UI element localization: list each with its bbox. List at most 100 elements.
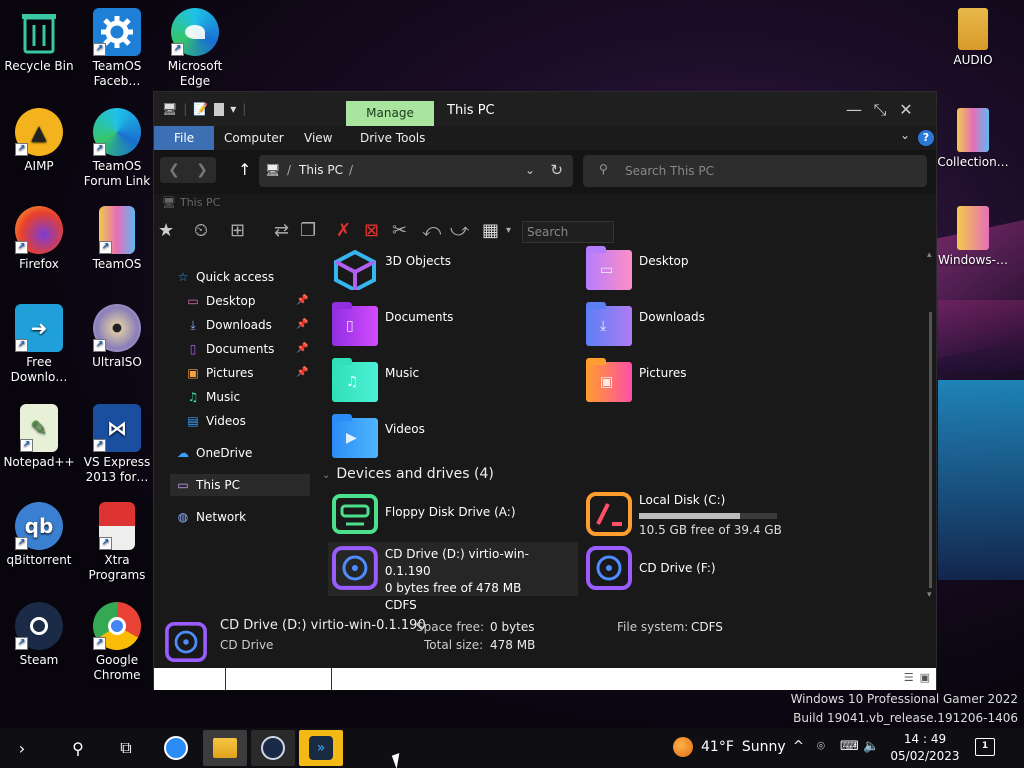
tab-view[interactable]: View [290, 126, 346, 150]
desktop-icon-firefox[interactable]: ↗ Firefox [2, 206, 76, 272]
undo-icon[interactable]: ⤺ [422, 219, 441, 243]
desktop-icon-microsoft-edge[interactable]: ↗ Microsoft Edge [158, 8, 232, 89]
desktop-icon-teamos[interactable]: ↗ TeamOS [80, 206, 154, 272]
tab-computer[interactable]: Computer [210, 126, 298, 150]
customize-toolbar-chevron-icon[interactable]: ▾ [230, 102, 236, 116]
devices-and-drives-header[interactable]: ⌄ Devices and drives (4) [322, 466, 494, 482]
refresh-icon[interactable]: ↻ [550, 161, 563, 179]
kodi-taskbar-icon[interactable]: » [299, 730, 343, 766]
drive-floppy-a[interactable]: Floppy Disk Drive (A:) [332, 494, 516, 534]
network-icon[interactable]: ⌨ [840, 739, 859, 754]
scroll-down-icon[interactable]: ▾ [927, 590, 932, 600]
delete-window-icon[interactable]: ⊠ [364, 219, 379, 243]
favorites-star-icon[interactable]: ★ [158, 219, 174, 243]
desktop-icon-free-download-manager[interactable]: ➜ ↗ Free Downlo… [2, 304, 76, 385]
volume-muted-icon[interactable]: 🔈 [863, 739, 879, 754]
clock-icon[interactable]: ⏲ [194, 219, 208, 243]
desktop-icon-audio-folder[interactable]: AUDIO [936, 8, 1010, 68]
nav-item-desktop[interactable]: ▭ Desktop 📌 [186, 290, 314, 312]
notification-center-icon[interactable]: 1 [975, 738, 995, 756]
desktop-icon-aimp[interactable]: ▲ ↗ AIMP [2, 108, 76, 174]
address-path[interactable]: This PC [299, 163, 343, 177]
start-chevron-icon[interactable]: › [0, 728, 44, 768]
steam-taskbar-icon[interactable] [251, 730, 295, 766]
folder-pictures[interactable]: ▣ Pictures [586, 358, 687, 402]
desktop-icon-windows-folder[interactable]: Windows-… [936, 206, 1010, 268]
nav-item-network[interactable]: ◍ Network [176, 506, 246, 528]
scroll-up-icon[interactable]: ▴ [927, 250, 932, 260]
pin-icon[interactable]: 📌 [296, 338, 308, 360]
cut-icon[interactable]: ✂ [392, 219, 407, 243]
nav-item-music[interactable]: ♫ Music [186, 386, 241, 408]
folder-videos[interactable]: ▶ Videos [332, 414, 425, 458]
desktop-icon-teamos-facebook[interactable]: ↗ TeamOS Faceb… [80, 8, 154, 89]
nav-item-videos[interactable]: ▤ Videos [186, 410, 246, 432]
desktop-icon-steam[interactable]: ↗ Steam [2, 602, 76, 668]
forward-arrow-icon[interactable]: ❯ [196, 162, 208, 178]
windows-logo-icon[interactable]: ⊞ [230, 219, 245, 243]
delete-icon[interactable]: ✗ [336, 219, 351, 243]
up-arrow-icon[interactable]: ↑ [238, 160, 251, 179]
close-icon[interactable]: ✕ [894, 100, 918, 119]
desktop-icon-ultraiso[interactable]: ↗ UltraISO [80, 304, 154, 370]
desktop-icon-recycle-bin[interactable]: Recycle Bin [2, 8, 76, 74]
desktop-icon-vs-express[interactable]: ⋈ ↗ VS Express 2013 for… [80, 404, 154, 485]
tab-manage[interactable]: Manage [346, 101, 434, 126]
desktop-icon-teamos-forum-link[interactable]: ↗ TeamOS Forum Link [80, 108, 154, 189]
desktop-icon-qbittorrent[interactable]: qb ↗ qBittorrent [2, 502, 76, 568]
security-icon[interactable]: ⌾ [817, 739, 825, 754]
maximize-icon[interactable]: ⤡ [868, 100, 892, 120]
tab-drive-tools[interactable]: Drive Tools [346, 126, 439, 150]
system-clock[interactable]: 14 : 49 05/02/2023 [888, 731, 962, 765]
drive-cd-f[interactable]: CD Drive (F:) [586, 546, 716, 590]
back-arrow-icon[interactable]: ❮ [168, 162, 180, 178]
details-view-icon[interactable]: ☰ [904, 671, 914, 684]
pin-icon[interactable]: 📌 [296, 314, 308, 336]
nav-item-documents[interactable]: ▯ Documents 📌 [186, 338, 314, 360]
new-folder-icon[interactable] [214, 103, 225, 116]
large-icons-view-icon[interactable]: ▣ [920, 671, 930, 684]
desktop-icon-xtra-programs[interactable]: ↗ Xtra Programs [80, 502, 154, 583]
show-hidden-icons-chevron-icon[interactable]: ^ [793, 739, 804, 754]
folder-desktop[interactable]: ▭ Desktop [586, 246, 689, 290]
nav-item-this-pc[interactable]: ▭ This PC [170, 474, 310, 496]
expand-ribbon-chevron-icon[interactable]: ⌄ [900, 128, 910, 142]
address-bar[interactable]: 🖥 / This PC / ⌄ ↻ [259, 155, 573, 187]
task-view-icon[interactable]: ⧉ [104, 728, 148, 768]
search-box[interactable]: ⚲ Search This PC [583, 155, 927, 187]
folder-music[interactable]: ♫ Music [332, 358, 419, 402]
iconbar-search-input[interactable]: Search [522, 221, 614, 243]
properties-icon[interactable]: 📝 [193, 102, 208, 116]
move-icon[interactable]: ⇄ [274, 219, 289, 243]
view-options-chevron-icon[interactable]: ▾ [506, 219, 511, 243]
minimize-icon[interactable]: — [842, 100, 866, 119]
drive-cd-d[interactable]: CD Drive (D:) virtio-win-0.1.190 0 bytes… [328, 542, 578, 612]
weather-widget[interactable]: 41°F Sunny [673, 737, 786, 757]
nav-item-onedrive[interactable]: ☁ OneDrive [176, 442, 252, 464]
drive-local-c[interactable]: Local Disk (C:) 10.5 GB free of 39.4 GB [586, 492, 782, 539]
computer-icon[interactable]: 🖥 [162, 102, 177, 116]
desktop-icon-google-chrome[interactable]: ↗ Google Chrome [80, 602, 154, 683]
folder-3d-objects[interactable]: 3D Objects [332, 250, 451, 290]
file-explorer-taskbar-icon[interactable] [203, 730, 247, 766]
desktop-icon-collection-folder[interactable]: Collection… [936, 108, 1010, 170]
nav-item-downloads[interactable]: ⤓ Downloads 📌 [186, 314, 314, 336]
scrollbar-thumb[interactable] [929, 312, 932, 588]
title-bar[interactable]: 🖥 | 📝 ▾ | Manage This PC — ⤡ ✕ [154, 92, 936, 126]
tab-file[interactable]: File [154, 126, 215, 150]
vertical-scrollbar[interactable]: ▴ ▾ [927, 250, 935, 602]
view-grid-icon[interactable]: ▦ [482, 219, 499, 243]
help-icon[interactable]: ? [918, 130, 934, 146]
folder-documents[interactable]: ▯ Documents [332, 302, 453, 346]
desktop-icon-notepad-plus-plus[interactable]: ✎ ↗ Notepad++ [2, 404, 76, 470]
address-history-chevron-icon[interactable]: ⌄ [525, 163, 535, 177]
search-icon[interactable]: ⚲ [56, 728, 100, 768]
copy-icon[interactable]: ❐ [300, 219, 316, 243]
pin-icon[interactable]: 📌 [296, 290, 308, 312]
nav-item-quick-access[interactable]: ☆ Quick access [176, 266, 275, 288]
compass-app-icon[interactable] [154, 728, 198, 768]
nav-item-pictures[interactable]: ▣ Pictures 📌 [186, 362, 314, 384]
pin-icon[interactable]: 📌 [296, 362, 308, 384]
redo-icon[interactable]: ⤻ [450, 219, 469, 243]
folder-downloads[interactable]: ⤓ Downloads [586, 302, 705, 346]
